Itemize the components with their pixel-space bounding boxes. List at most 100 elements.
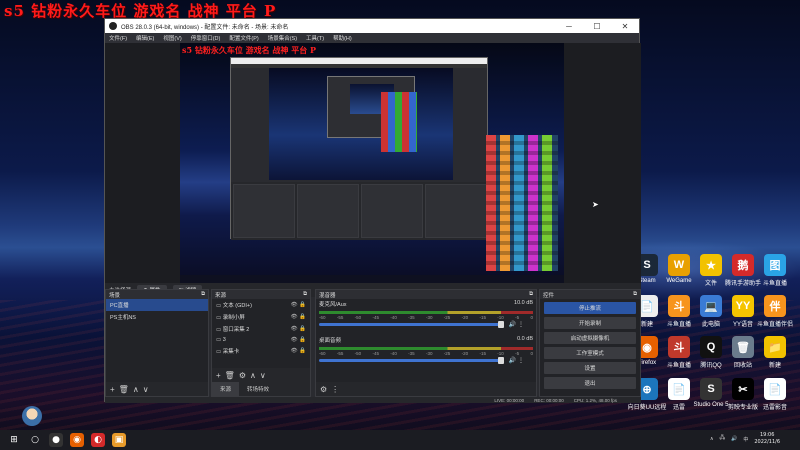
app-icon: 📁 [764,336,786,358]
taskbar-weibo-icon[interactable]: ◐ [91,433,105,447]
menu-item[interactable]: 编辑(E) [136,34,154,42]
control-button-1[interactable]: 开始录制 [544,317,636,329]
desktop-icon[interactable]: 📄 迅雷影音 [754,378,796,411]
meter-tick: -60 [319,351,326,356]
visibility-lock-icon[interactable]: 👁 🔒 [291,326,306,332]
preview-canvas[interactable]: s5 钻粉永久车位 游戏名 战神 平台 P [180,43,564,283]
volume-slider[interactable] [319,321,504,328]
meter-tick: -25 [443,351,451,356]
app-icon: 伴 [764,295,786,317]
taskbar: ⊞ ○ ● ◉ ◐ ▣ [0,430,800,450]
add-scene-icon[interactable]: + [110,385,115,394]
obs-logo-icon [109,22,117,30]
taskbar-search-icon[interactable]: ○ [28,433,42,447]
taskbar-firefox-icon[interactable]: ◉ [70,433,84,447]
taskbar-app-icon[interactable]: ▣ [112,433,126,447]
meter-tick: -25 [443,315,451,320]
clock[interactable]: 19:06 2022/11/6 [754,432,780,446]
menu-item[interactable]: 文件(F) [109,34,127,42]
source-item[interactable]: ▭ 3 👁 🔒 [212,335,310,345]
controls-dock: 控件 ⧉ 停止推流 开始录制 启动虚拟摄像机 工作室模式 设置 退出 [539,289,641,397]
desktop-icon[interactable]: 图斗鱼直播 [754,254,796,287]
control-button-0[interactable]: 停止推流 [544,302,636,314]
meter-tick: -20 [461,315,469,320]
network-icon[interactable]: 🖧 [720,435,726,443]
dock-float-icon[interactable]: ⧉ [633,291,637,298]
dock-float-icon[interactable]: ⧉ [201,291,205,298]
menu-item[interactable]: 场景集合(S) [268,34,297,42]
obs-window[interactable]: OBS 28.0.3 (64-bit, windows) - 配置文件: 未命名… [104,18,641,403]
source-type-icon: ▭ [216,337,223,343]
source-item[interactable]: ▭ 文本 (GDI+) 👁 🔒 [212,299,310,311]
visibility-lock-icon[interactable]: 👁 🔒 [291,302,306,308]
channel-name: 桌面音频 [319,338,342,344]
control-button-2[interactable]: 启动虚拟摄像机 [544,332,636,344]
mixer-settings-icon[interactable]: ⚙ [320,385,327,394]
tab-transitions[interactable]: 转场特效 [239,382,277,396]
taskbar-start-icon[interactable]: ⊞ [7,433,21,447]
meter-tick: -10 [497,315,504,320]
scene-item[interactable]: PC直播 [106,299,208,311]
remove-scene-icon[interactable]: 🗑 [119,385,129,394]
volume-slider[interactable] [319,357,504,364]
source-list: ▭ 文本 (GDI+) 👁 🔒 ▭ 录制小屏 👁 🔒 ▭ 窗口采集 2 👁 🔒 ▭ 3 👁 🔒… [212,299,310,357]
move-down-icon[interactable]: ∨ [260,371,266,380]
mixer-dock: 混音器 ⧉ 麦克风/Aux 10.0 dB -60 -55 -50 -45 -40 -35 -30… [315,289,537,397]
control-button-3[interactable]: 工作室模式 [544,347,636,359]
visibility-lock-icon[interactable]: 👁 🔒 [291,337,306,343]
source-settings-icon[interactable]: ⚙ [239,371,246,380]
desktop-icon-label: 斗鱼直播伴侣 [756,322,793,328]
move-down-icon[interactable]: ∨ [143,385,149,394]
control-button-5[interactable]: 退出 [544,377,636,389]
source-item[interactable]: ▭ 采集卡 👁 🔒 [212,345,310,357]
tab-sources[interactable]: 来源 [212,382,240,396]
mute-icon[interactable]: 🔊 ⋮ [509,357,524,364]
obs-titlebar[interactable]: OBS 28.0.3 (64-bit, windows) - 配置文件: 未命名… [105,19,639,33]
dock-float-icon[interactable]: ⧉ [303,291,307,298]
app-icon: 图 [764,254,786,276]
canvas-title-text: s5 钻粉永久车位 游戏名 战神 平台 P [182,45,317,55]
move-up-icon[interactable]: ∧ [250,371,256,380]
level-meter [319,347,533,350]
visibility-lock-icon[interactable]: 👁 🔒 [291,348,306,354]
visibility-lock-icon[interactable]: 👁 🔒 [291,314,306,320]
meter-tick: -40 [390,315,397,320]
source-type-icon: ▭ [216,315,223,321]
desktop-icon[interactable]: 📁 新建 [754,336,796,369]
dock-float-icon[interactable]: ⧉ [529,291,533,298]
scenes-title: 场景 [109,293,121,299]
control-button-4[interactable]: 设置 [544,362,636,374]
source-item[interactable]: ▭ 窗口采集 2 👁 🔒 [212,323,310,335]
menu-item[interactable]: 停靠窗口(D) [191,34,221,42]
scene-list: PC直播 PS主机NS [106,299,208,323]
menu-item[interactable]: 工具(T) [306,34,324,42]
meter-tick: -5 [515,315,520,320]
desktop-icon[interactable]: 伴斗鱼直播伴侣 [754,295,796,328]
meter-tick: -55 [336,351,344,356]
preview-area[interactable]: s5 钻粉永久车位 游戏名 战神 平台 P [105,43,641,283]
minimize-icon[interactable]: ─ [555,22,583,31]
source-item[interactable]: ▭ 录制小屏 👁 🔒 [212,311,310,323]
ime-icon[interactable]: 中 [743,436,748,443]
maximize-icon[interactable]: ☐ [583,22,611,31]
avatar[interactable] [22,406,42,426]
remove-source-icon[interactable]: 🗑 [225,371,235,380]
sources-title: 来源 [215,293,227,299]
obs-title-text: OBS 28.0.3 (64-bit, windows) - 配置文件: 未命名… [121,24,289,31]
mute-icon[interactable]: 🔊 ⋮ [509,321,524,328]
volume-icon[interactable]: 🔊 [731,436,737,442]
meter-tick: -15 [479,315,486,320]
move-up-icon[interactable]: ∧ [133,385,139,394]
desktop-icon-label: 迅雷影音 [762,405,787,411]
add-source-icon[interactable]: + [216,371,221,380]
tray-arrow-icon[interactable]: ∧ [710,436,714,442]
menu-item[interactable]: 配置文件(P) [229,34,258,42]
app-icon: 🗑 [732,336,754,358]
taskbar-obs-icon[interactable]: ● [49,433,63,447]
meter-tick: 0 [530,315,533,320]
mixer-menu-icon[interactable]: ⋮ [331,385,339,394]
menu-item[interactable]: 帮助(H) [333,34,352,42]
close-icon[interactable]: ✕ [611,22,639,31]
scene-item[interactable]: PS主机NS [106,311,208,323]
menu-item[interactable]: 视图(V) [163,34,181,42]
